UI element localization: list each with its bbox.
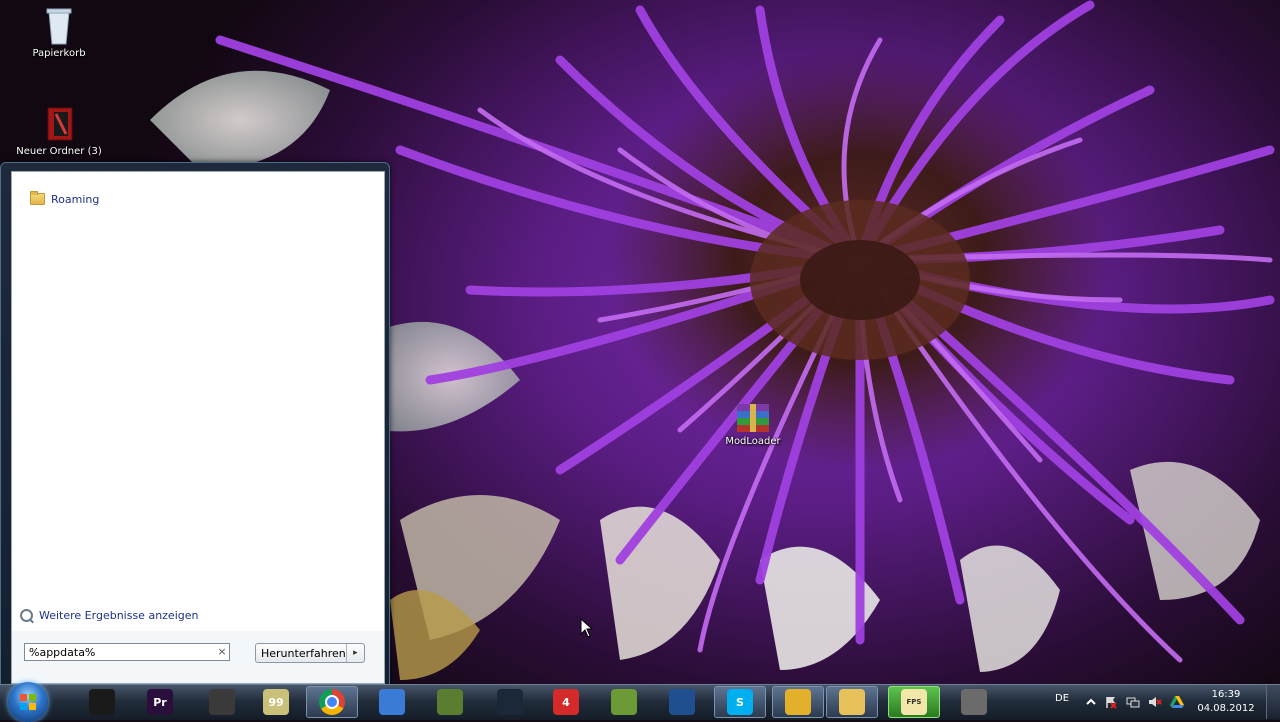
action-center-flag-icon[interactable] [1104, 695, 1118, 709]
taskbar-button-explorer-folder[interactable] [826, 686, 878, 718]
desktop-icon-label: Neuer Ordner (3) [16, 146, 102, 157]
start-button[interactable] [8, 682, 48, 722]
taskbar-button-chrome[interactable] [306, 686, 358, 718]
search-result-roaming[interactable]: Roaming [30, 190, 99, 208]
clock-date: 04.08.2012 [1197, 703, 1255, 714]
fraps-icon: FPS [901, 689, 927, 715]
taskbar-button-steam[interactable] [484, 686, 536, 718]
winrar-archive-icon [733, 402, 773, 434]
taskbar-button-fraps[interactable]: FPS [888, 686, 940, 718]
taskbar-icon-glyph: 99 [268, 695, 284, 709]
search-result-label: Roaming [51, 192, 100, 206]
pro7-icon: 4 [553, 689, 579, 715]
minecraft-block-icon [611, 689, 637, 715]
taskbar-button-modloader[interactable] [948, 686, 1000, 718]
scissors-icon [209, 689, 235, 715]
skype-icon: S [727, 689, 753, 715]
tray-expand-arrow-icon[interactable] [1084, 695, 1098, 709]
desktop-icon-label: Papierkorb [32, 48, 86, 59]
show-desktop-button[interactable] [1266, 685, 1280, 719]
folder-app-icon [44, 104, 74, 144]
desktop-icon-modloader[interactable]: ModLoader [716, 402, 790, 447]
taskbar-button-winamp[interactable] [772, 686, 824, 718]
taskbar-button-minecraft-block[interactable] [598, 686, 650, 718]
taskbar-icon-glyph: 4 [562, 695, 570, 709]
shutdown-label: Herunterfahren [261, 646, 346, 660]
notepad-icon: 99 [263, 689, 289, 715]
search-results-panel: Roaming [11, 171, 385, 633]
shutdown-options-arrow-icon[interactable]: ▸ [345, 644, 364, 662]
remote-desktop-icon [669, 689, 695, 715]
explorer-folder-icon [839, 689, 865, 715]
premiere-pro-icon: Pr [147, 689, 173, 715]
taskbar-button-skype[interactable]: S [714, 686, 766, 718]
mouse-cursor-icon [580, 617, 594, 641]
desktop-icon-new-folder[interactable]: Neuer Ordner (3) [12, 104, 106, 157]
taskbar: Pr 99 4 S FPS DE 16:39 04.08.2012 [0, 682, 1280, 722]
magnifier-icon [20, 609, 33, 622]
desktop-icon-recycle-bin[interactable]: Papierkorb [26, 6, 92, 59]
chrome-icon [319, 689, 345, 715]
taskbar-button-minecraft-block[interactable] [424, 686, 476, 718]
minecraft-block-icon [437, 689, 463, 715]
taskbar-button-remote-desktop[interactable] [656, 686, 708, 718]
winamp-icon [785, 689, 811, 715]
network-icon[interactable] [1126, 695, 1140, 709]
more-results-label: Weitere Ergebnisse anzeigen [39, 609, 199, 622]
taskbar-button-thunderbird[interactable] [366, 686, 418, 718]
recycle-bin-icon [44, 6, 74, 46]
start-menu: Roaming Weitere Ergebnisse anzeigen %app… [0, 162, 390, 686]
folder-icon [30, 191, 45, 205]
taskbar-button-scissors[interactable] [196, 686, 248, 718]
language-indicator[interactable]: DE [1055, 693, 1069, 704]
taskbar-button-video-camera[interactable] [76, 686, 128, 718]
taskbar-button-pro7[interactable]: 4 [540, 686, 592, 718]
taskbar-button-premiere-pro[interactable]: Pr [134, 686, 186, 718]
taskbar-icon-glyph: S [736, 695, 744, 709]
taskbar-button-notepad[interactable]: 99 [250, 686, 302, 718]
clock-time: 16:39 [1211, 689, 1241, 700]
google-drive-icon[interactable] [1170, 695, 1184, 709]
modloader-icon [961, 689, 987, 715]
shutdown-button[interactable]: Herunterfahren ▸ [255, 643, 365, 663]
steam-icon [497, 689, 523, 715]
more-results-link[interactable]: Weitere Ergebnisse anzeigen [20, 609, 198, 622]
thunderbird-icon [379, 689, 405, 715]
volume-muted-icon[interactable] [1148, 695, 1162, 709]
start-menu-footer: Weitere Ergebnisse anzeigen %appdata% × … [11, 609, 385, 684]
desktop-icon-label: ModLoader [725, 436, 781, 447]
start-search-input[interactable]: %appdata% [24, 643, 230, 661]
taskbar-icon-glyph: Pr [153, 695, 167, 709]
clock[interactable]: 16:39 04.08.2012 [1196, 688, 1256, 716]
video-camera-icon [89, 689, 115, 715]
taskbar-icon-glyph: FPS [906, 698, 922, 706]
clear-search-icon[interactable]: × [216, 645, 228, 659]
windows-logo-icon [20, 694, 36, 710]
